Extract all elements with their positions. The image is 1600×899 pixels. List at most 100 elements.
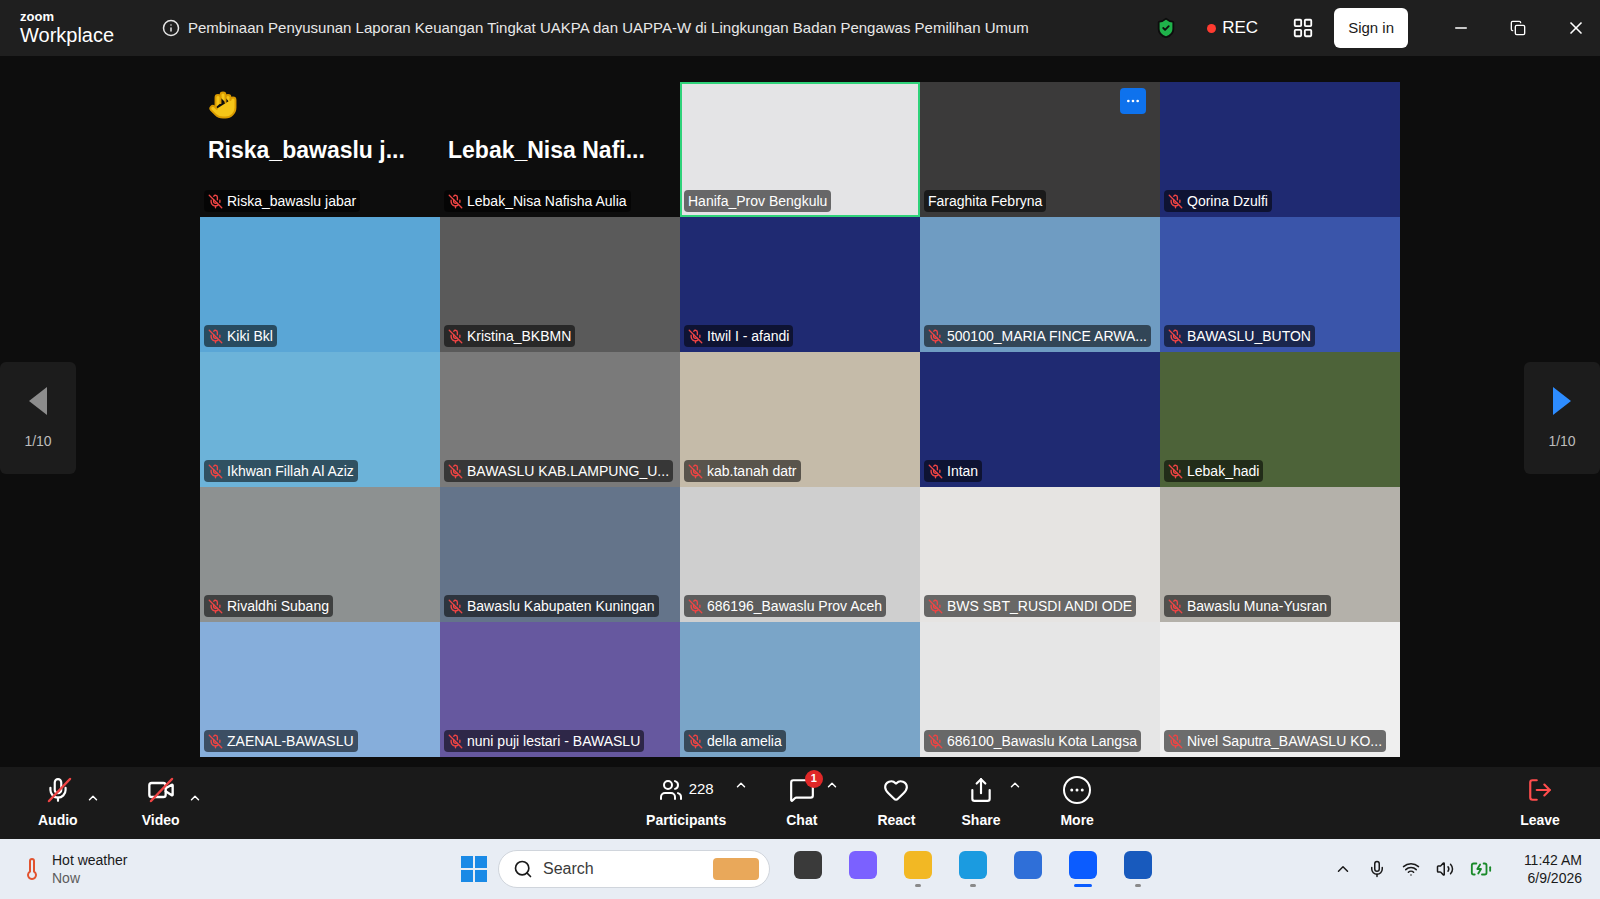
taskbar-app[interactable] (1063, 844, 1103, 894)
share-button[interactable]: Share (954, 776, 1009, 831)
muted-mic-icon (448, 599, 463, 614)
audio-options-caret[interactable] (86, 789, 100, 817)
muted-mic-icon (208, 329, 223, 344)
participant-tile[interactable]: Bawaslu Kabupaten Kuningan (440, 487, 680, 622)
weather-widget[interactable]: Hot weatherNow (20, 851, 460, 887)
participant-tile[interactable]: Itwil I - afandi (680, 217, 920, 352)
more-button[interactable]: More (1052, 776, 1101, 831)
participant-tile[interactable]: Hanifa_Prov Bengkulu (680, 82, 920, 217)
meeting-title[interactable]: Pembinaan Penyusunan Laporan Keuangan Ti… (162, 17, 1155, 40)
participant-tile[interactable]: Bawaslu Muna-Yusran (1160, 487, 1400, 622)
gallery-area: 1/10 Riska_bawaslu j...Riska_bawaslu jaba… (0, 56, 1600, 767)
sign-in-button[interactable]: Sign in (1334, 8, 1408, 49)
windows-taskbar: Hot weatherNow Search 11:42 AM6/9/2026 (0, 839, 1600, 899)
arrow-left-icon (27, 385, 49, 417)
muted-mic-icon (208, 734, 223, 749)
recording-indicator[interactable]: REC (1207, 15, 1258, 41)
audio-button[interactable]: Audio (30, 776, 86, 831)
participant-tile[interactable]: Kiki Bkl (200, 217, 440, 352)
tray-overflow-icon[interactable] (1334, 860, 1352, 878)
participant-tile[interactable]: Riska_bawaslu j...Riska_bawaslu jabar (200, 82, 440, 217)
arrow-right-icon (1551, 385, 1573, 417)
participant-name-label: Kristina_BKBMN (444, 325, 678, 347)
apps-grid-icon[interactable] (1292, 17, 1314, 39)
participant-tile[interactable]: della amelia (680, 622, 920, 757)
participant-tile[interactable]: kab.tanah datr (680, 352, 920, 487)
taskbar-app[interactable] (843, 844, 883, 894)
muted-mic-icon (448, 734, 463, 749)
windows-start-icon[interactable] (460, 855, 488, 883)
participant-tile[interactable]: BWS SBT_RUSDI ANDI ODE (920, 487, 1160, 622)
participant-tile[interactable]: Kristina_BKBMN (440, 217, 680, 352)
close-icon[interactable] (1566, 18, 1586, 38)
participant-tile[interactable]: nuni puji lestari - BAWASLU (440, 622, 680, 757)
taskbar-app[interactable] (1118, 844, 1158, 894)
chat-options-caret[interactable] (825, 776, 839, 804)
taskbar-search[interactable]: Search (498, 850, 770, 888)
muted-mic-icon (928, 329, 943, 344)
participant-name-label: Faraghita Febryna (924, 190, 1158, 212)
participant-name-label: Qorina Dzulfi (1164, 190, 1398, 212)
taskbar-app[interactable] (898, 844, 938, 894)
participant-tile[interactable]: 500100_MARIA FINCE ARWA... (920, 217, 1160, 352)
participant-tile[interactable]: Nivel Saputra_BAWASLU KO... (1160, 622, 1400, 757)
tray-mic-icon[interactable] (1368, 860, 1386, 878)
video-options-caret[interactable] (188, 789, 202, 817)
participant-name-label: Hanifa_Prov Bengkulu (684, 190, 918, 212)
participant-name-label: BAWASLU_BUTON (1164, 325, 1398, 347)
meeting-toolbar: Audio Video 228Participants 1Chat React Share… (0, 767, 1600, 839)
participants-button[interactable]: 228Participants (638, 776, 734, 831)
restore-icon[interactable] (1510, 20, 1526, 36)
participant-tile[interactable]: Ikhwan Fillah Al Aziz (200, 352, 440, 487)
participant-tile[interactable]: Intan (920, 352, 1160, 487)
battery-icon[interactable] (1470, 858, 1492, 880)
encryption-shield-icon[interactable] (1155, 17, 1177, 39)
participant-name-label: BAWASLU KAB.LAMPUNG_U... (444, 460, 678, 482)
participant-tile[interactable]: ZAENAL-BAWASLU (200, 622, 440, 757)
app-icon (794, 851, 822, 879)
participant-tile[interactable]: 686100_Bawaslu Kota Langsa (920, 622, 1160, 757)
taskbar-app[interactable] (788, 844, 828, 894)
volume-icon[interactable] (1436, 860, 1454, 878)
participant-name-label: Lebak_hadi (1164, 460, 1398, 482)
app-icon (1124, 851, 1152, 879)
participant-name-label: 500100_MARIA FINCE ARWA... (924, 325, 1158, 347)
participant-tile[interactable]: Lebak_hadi (1160, 352, 1400, 487)
clock[interactable]: 11:42 AM6/9/2026 (1524, 851, 1582, 887)
participant-tile[interactable]: Lebak_Nisa Nafi...Lebak_Nisa Nafisha Aul… (440, 82, 680, 217)
participant-name-label: Rivaldhi Subang (204, 595, 438, 617)
tile-menu-button[interactable] (1120, 88, 1146, 114)
zoom-window: zoomWorkplacePembinaan Penyusunan Lapora… (0, 0, 1600, 899)
participant-tile[interactable]: Qorina Dzulfi (1160, 82, 1400, 217)
minimize-icon[interactable] (1452, 19, 1470, 37)
muted-mic-icon (928, 734, 943, 749)
participant-tile[interactable]: BAWASLU_BUTON (1160, 217, 1400, 352)
leave-button[interactable]: Leave (1512, 776, 1568, 831)
info-icon[interactable] (162, 19, 180, 37)
next-page-button[interactable]: 1/10 (1524, 362, 1600, 474)
previous-page-button[interactable]: 1/10 (0, 362, 76, 474)
participants-options-caret[interactable] (734, 776, 748, 804)
participant-display-name: Riska_bawaslu j... (208, 136, 432, 164)
participant-name-label: Bawaslu Kabupaten Kuningan (444, 595, 678, 617)
participant-tile[interactable]: Rivaldhi Subang (200, 487, 440, 622)
muted-mic-icon (688, 599, 703, 614)
chat-button[interactable]: 1Chat (778, 776, 825, 831)
participant-tile[interactable]: BAWASLU KAB.LAMPUNG_U... (440, 352, 680, 487)
taskbar-app[interactable] (953, 844, 993, 894)
muted-mic-icon (928, 464, 943, 479)
participant-tile[interactable]: 686196_Bawaslu Prov Aceh (680, 487, 920, 622)
participant-name-label: BWS SBT_RUSDI ANDI ODE (924, 595, 1158, 617)
muted-mic-icon (448, 194, 463, 209)
muted-mic-icon (928, 599, 943, 614)
taskbar-app[interactable] (1008, 844, 1048, 894)
muted-mic-icon (688, 734, 703, 749)
react-button[interactable]: React (869, 776, 923, 831)
participant-tile[interactable]: Faraghita Febryna (920, 82, 1160, 217)
video-button[interactable]: Video (134, 776, 188, 831)
muted-mic-icon (688, 329, 703, 344)
share-options-caret[interactable] (1008, 776, 1022, 804)
raised-hand-icon (208, 90, 238, 120)
participant-name-label: Bawaslu Muna-Yusran (1164, 595, 1398, 617)
wifi-icon[interactable] (1402, 860, 1420, 878)
